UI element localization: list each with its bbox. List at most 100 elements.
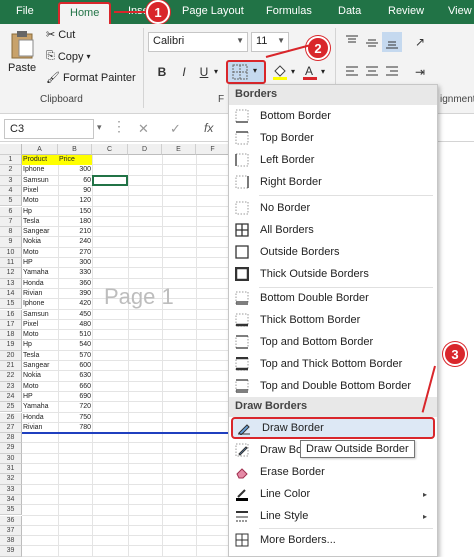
cell-product[interactable]: Honda	[22, 413, 58, 423]
name-box[interactable]: C3	[4, 119, 94, 139]
row-header[interactable]: 28	[0, 433, 22, 444]
row-header[interactable]: 32	[0, 474, 22, 485]
row-header[interactable]: 25	[0, 402, 22, 413]
column-header-f[interactable]: F	[196, 144, 230, 155]
cell-product[interactable]: Hp	[22, 340, 58, 350]
menu-item-bottom-double-border[interactable]: Bottom Double Border	[229, 287, 437, 309]
cell-product[interactable]: Nokia	[22, 237, 58, 247]
row-header[interactable]: 33	[0, 484, 22, 495]
cell-price[interactable]: 120	[58, 196, 92, 206]
row-header[interactable]: 14	[0, 288, 22, 300]
row-header[interactable]: 39	[0, 546, 22, 557]
row-header[interactable]: 20	[0, 350, 22, 361]
cell-product[interactable]: Hp	[22, 207, 58, 217]
menu-item-thick-outside-borders[interactable]: Thick Outside Borders	[229, 263, 437, 285]
cell-price[interactable]: 600	[58, 361, 92, 371]
cell-price[interactable]: 270	[58, 248, 92, 258]
column-header-c[interactable]: C	[92, 144, 128, 155]
bold-button[interactable]: B	[152, 62, 172, 82]
row-header[interactable]: 3	[0, 175, 22, 186]
cell-header-product[interactable]: Product	[22, 155, 58, 166]
align-right-button[interactable]	[382, 62, 402, 82]
cell-product[interactable]: Samsun	[22, 176, 58, 186]
row-header[interactable]: 15	[0, 299, 22, 310]
cell-price[interactable]: 540	[58, 340, 92, 350]
row-header[interactable]: 31	[0, 464, 22, 475]
paste-button[interactable]: Paste	[8, 30, 36, 74]
font-name-combo[interactable]: Calibri ▼	[148, 32, 248, 52]
align-center-button[interactable]	[362, 62, 382, 82]
row-header[interactable]: 2	[0, 165, 22, 176]
cell-price[interactable]: 180	[58, 217, 92, 227]
cell-product[interactable]: HP	[22, 392, 58, 402]
cell-price[interactable]: 240	[58, 237, 92, 247]
cell-price[interactable]: 570	[58, 351, 92, 361]
row-header[interactable]: 6	[0, 206, 22, 217]
enter-icon[interactable]: ✓	[170, 121, 181, 137]
orientation-button[interactable]: ↗	[410, 32, 430, 52]
row-header[interactable]: 13	[0, 278, 22, 289]
tab-view[interactable]: View	[448, 5, 472, 17]
cell-header-price[interactable]: Price	[58, 155, 92, 166]
cell-product[interactable]: Iphone	[22, 165, 58, 175]
menu-item-top-bottom-border[interactable]: Top and Bottom Border	[229, 331, 437, 353]
cell-product[interactable]: Yamaha	[22, 268, 58, 278]
cell-price[interactable]: 330	[58, 268, 92, 278]
row-header[interactable]: 10	[0, 247, 22, 258]
row-header[interactable]: 11	[0, 258, 22, 269]
select-all-corner[interactable]	[0, 144, 22, 155]
row-header[interactable]: 12	[0, 268, 22, 279]
tab-page-layout[interactable]: Page Layout	[182, 5, 244, 17]
cell-product[interactable]: Yamaha	[22, 402, 58, 412]
row-header[interactable]: 24	[0, 391, 22, 403]
cell-product[interactable]: Tesla	[22, 351, 58, 361]
insert-function-icon[interactable]: fx	[204, 121, 213, 135]
cell-price[interactable]: 90	[58, 186, 92, 196]
indent-button[interactable]: ⇥	[410, 62, 430, 82]
tab-data[interactable]: Data	[338, 5, 361, 17]
cell-product[interactable]: Moto	[22, 330, 58, 340]
align-left-button[interactable]	[342, 62, 362, 82]
menu-item-top-double-bottom-border[interactable]: Top and Double Bottom Border	[229, 375, 437, 397]
cell-product[interactable]: Moto	[22, 248, 58, 258]
tab-review[interactable]: Review	[388, 5, 424, 17]
cut-button[interactable]: ✂ Cut	[46, 28, 75, 42]
cell-product[interactable]: Honda	[22, 279, 58, 289]
menu-item-erase-border[interactable]: Erase Border	[229, 461, 437, 483]
cell-price[interactable]: 360	[58, 279, 92, 289]
cell-product[interactable]: Pixel	[22, 186, 58, 196]
cell-product[interactable]: HP	[22, 258, 58, 268]
menu-item-all-borders[interactable]: All Borders	[229, 219, 437, 241]
menu-item-line-color[interactable]: Line Color ▸	[229, 483, 437, 505]
cell-price[interactable]: 420	[58, 299, 92, 309]
row-header[interactable]: 16	[0, 309, 22, 320]
row-header[interactable]: 23	[0, 381, 22, 392]
cell-price[interactable]: 390	[58, 289, 92, 299]
row-header[interactable]: 9	[0, 237, 22, 248]
menu-item-top-thick-bottom-border[interactable]: Top and Thick Bottom Border	[229, 353, 437, 375]
row-header[interactable]: 34	[0, 494, 22, 506]
menu-item-left-border[interactable]: Left Border	[229, 149, 437, 171]
row-header[interactable]: 36	[0, 515, 22, 526]
row-header[interactable]: 19	[0, 340, 22, 351]
tab-formulas[interactable]: Formulas	[266, 5, 312, 17]
cell-price[interactable]: 150	[58, 207, 92, 217]
cell-price[interactable]: 300	[58, 258, 92, 268]
cell-price[interactable]: 660	[58, 382, 92, 392]
row-header[interactable]: 38	[0, 536, 22, 547]
cell-product[interactable]: Sangear	[22, 361, 58, 371]
cell-product[interactable]: Pixel	[22, 320, 58, 330]
row-header[interactable]: 35	[0, 505, 22, 516]
column-header-b[interactable]: B	[58, 144, 92, 155]
menu-item-right-border[interactable]: Right Border	[229, 171, 437, 193]
cell-product[interactable]: Iphone	[22, 299, 58, 309]
row-header[interactable]: 26	[0, 412, 22, 423]
cell-price[interactable]: 630	[58, 371, 92, 381]
row-header[interactable]: 21	[0, 361, 22, 372]
row-header[interactable]: 22	[0, 371, 22, 382]
underline-button[interactable]: U	[194, 62, 214, 82]
cell-price[interactable]: 480	[58, 320, 92, 330]
menu-item-thick-bottom-border[interactable]: Thick Bottom Border	[229, 309, 437, 331]
row-header[interactable]: 7	[0, 216, 22, 228]
row-header[interactable]: 27	[0, 422, 22, 434]
